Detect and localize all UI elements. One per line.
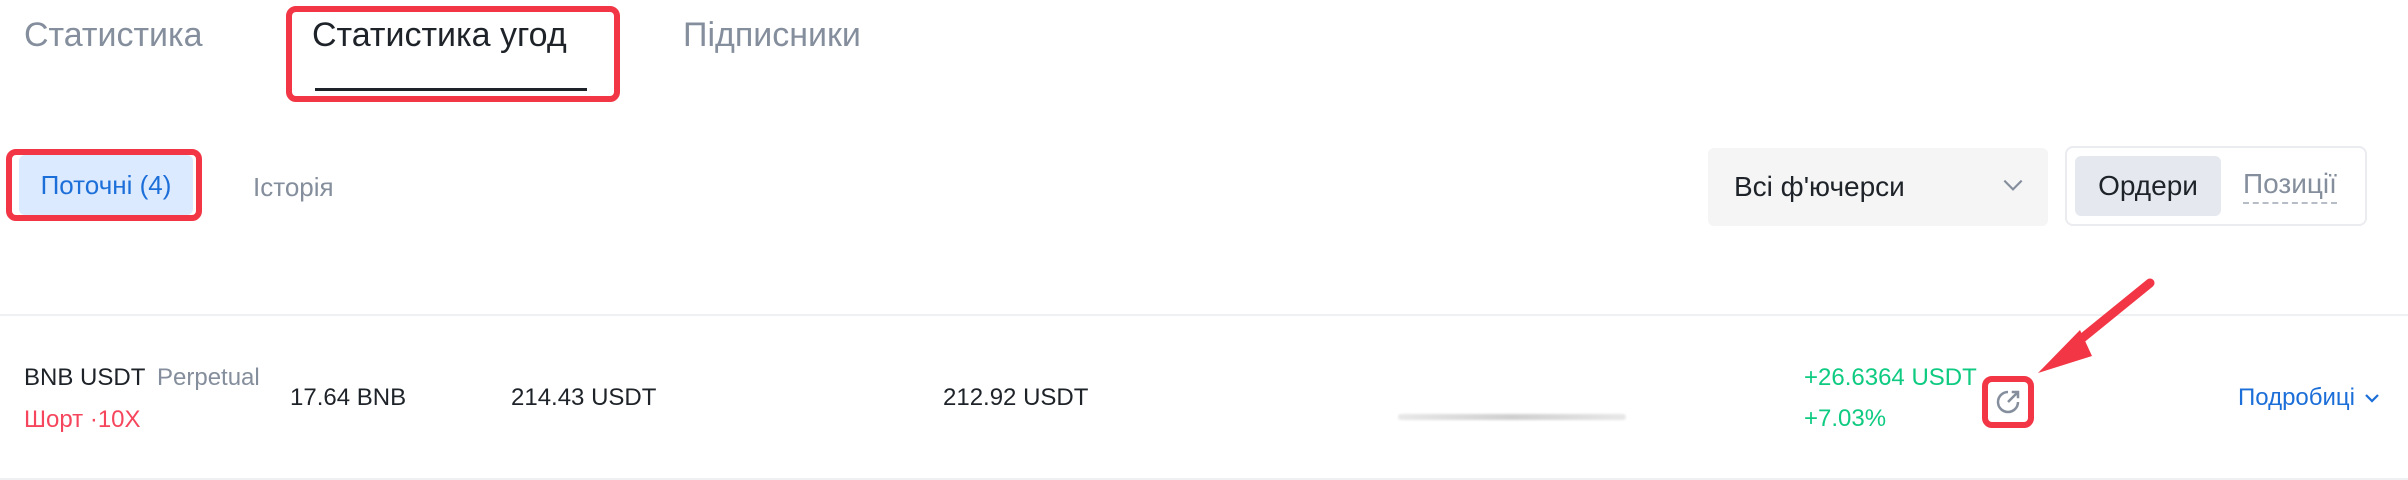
position-type: Perpetual (157, 364, 260, 391)
blurred-value (1398, 414, 1626, 420)
orders-positions-toggle: Ордери Позиції (2065, 146, 2367, 226)
details-link[interactable]: Подробиці (2238, 384, 2381, 412)
chevron-down-icon (2365, 394, 2379, 403)
subtab-current[interactable]: Поточні (4) (19, 155, 193, 215)
tab-trade-statistics[interactable]: Статистика угод (312, 16, 567, 55)
position-quantity: 17.64 BNB (290, 384, 407, 411)
tab-subscribers[interactable]: Підписники (683, 16, 861, 55)
subtab-history[interactable]: Історія (253, 172, 334, 203)
position-pnl-percent: +7.03% (1804, 405, 1887, 432)
position-mark-price: 212.92 USDT (943, 384, 1089, 411)
share-button[interactable] (1982, 376, 2034, 428)
active-tab-underline (315, 88, 587, 91)
share-icon (1996, 390, 2020, 414)
red-arrow-annotation (2038, 278, 2155, 373)
details-label: Подробиці (2238, 384, 2355, 411)
segment-orders[interactable]: Ордери (2075, 156, 2221, 216)
position-entry-price: 214.43 USDT (511, 384, 657, 411)
futures-filter-label: Всі ф'ючерси (1734, 171, 1905, 202)
segment-positions[interactable]: Позиції (2243, 168, 2337, 204)
chevron-down-icon (2003, 179, 2023, 191)
position-symbol: BNB USDT (24, 364, 146, 391)
position-side-leverage: Шорт ·10X (24, 406, 141, 433)
futures-filter-select[interactable]: Всі ф'ючерси (1708, 148, 2048, 226)
tab-statistics[interactable]: Статистика (24, 16, 203, 55)
position-pnl: +26.6364 USDT (1804, 364, 1977, 391)
